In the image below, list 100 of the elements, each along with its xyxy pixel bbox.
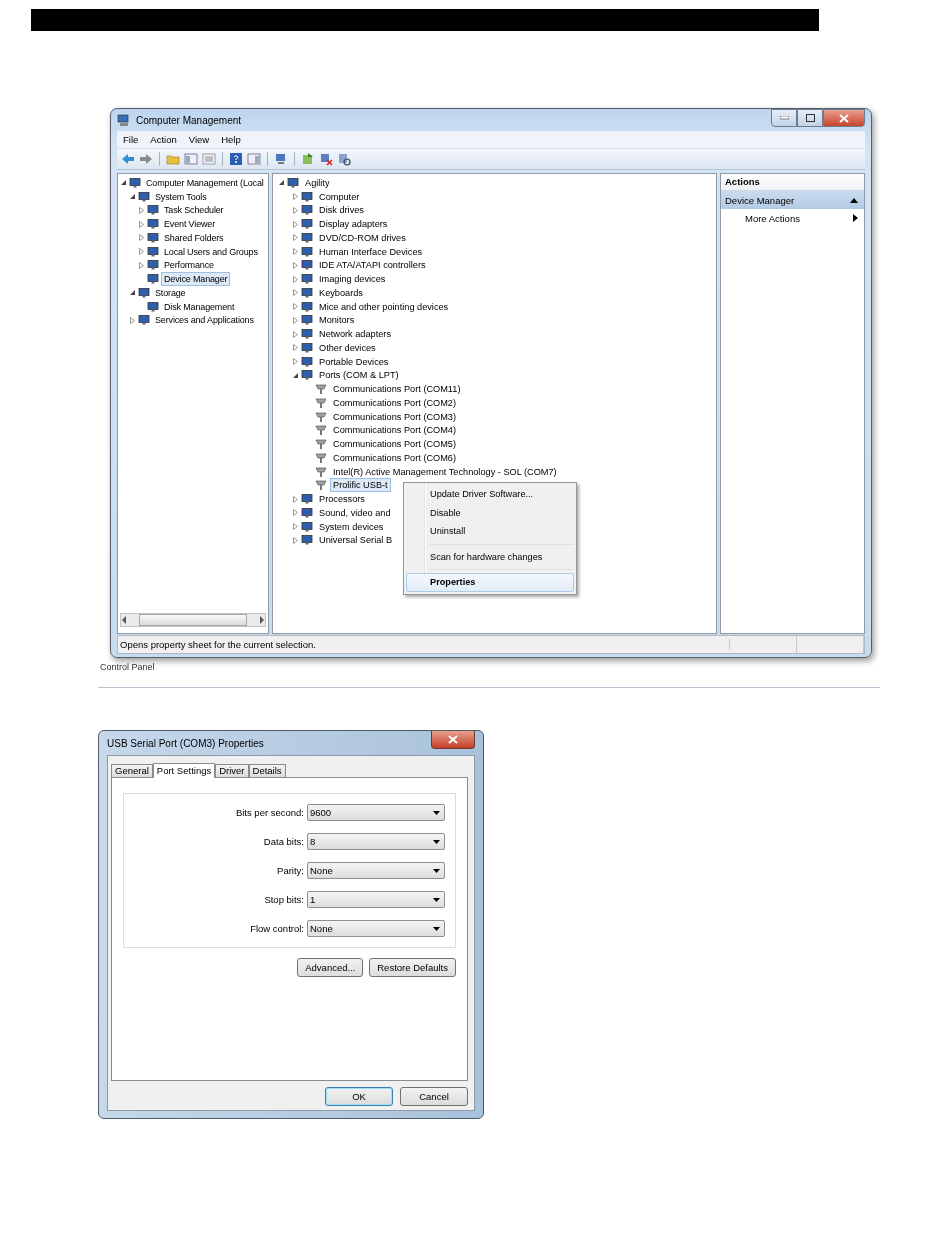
connector-icon <box>315 465 327 478</box>
tree-item[interactable]: Event Viewer <box>161 217 219 232</box>
dialog-button[interactable]: Cancel <box>400 1087 468 1106</box>
dropdown[interactable]: 9600 <box>307 804 445 821</box>
remove-device-icon[interactable] <box>319 152 333 166</box>
tree-item[interactable]: Sound, video and <box>316 505 394 520</box>
tree-item[interactable]: Communications Port (COM3) <box>330 409 460 424</box>
tree-arrow-icon[interactable] <box>128 192 137 202</box>
tree-item[interactable]: Network adapters <box>316 327 394 342</box>
monitor-icon <box>147 273 159 286</box>
close-button[interactable] <box>823 109 865 127</box>
tab[interactable]: Driver <box>215 764 249 777</box>
tree-item[interactable]: Shared Folders <box>161 230 227 245</box>
tree-item[interactable]: Ports (COM & LPT) <box>316 368 402 383</box>
menu-item[interactable]: View <box>188 134 210 145</box>
forward-icon[interactable] <box>139 152 153 166</box>
monitor-icon <box>301 328 313 341</box>
field-label: Flow control: <box>249 923 304 934</box>
tree-item[interactable]: Agility <box>302 175 333 190</box>
tree-item[interactable]: Intel(R) Active Management Technology - SOL (COM7) <box>330 464 560 479</box>
tree-item[interactable]: Services and Applications <box>152 313 257 328</box>
actions-section[interactable]: Device Manager <box>721 191 864 209</box>
context-menu-item[interactable]: Scan for hardware changes <box>406 547 574 566</box>
monitor-icon <box>138 190 150 203</box>
tree-item[interactable]: Performance <box>161 258 217 273</box>
context-menu-item[interactable]: Properties <box>406 573 574 592</box>
tree-item[interactable]: Communications Port (COM5) <box>330 437 460 452</box>
tree-item[interactable]: Computer <box>316 189 363 204</box>
status-bar: Opens property sheet for the current selection. <box>117 635 865 654</box>
monitor-icon <box>301 190 313 203</box>
minimize-button[interactable] <box>771 109 797 127</box>
tree-item[interactable]: Storage <box>152 285 189 300</box>
tab[interactable]: Port Settings <box>152 763 216 778</box>
tree-item[interactable]: System Tools <box>152 189 210 204</box>
list-icon[interactable] <box>202 152 216 166</box>
tree-item[interactable]: Human Interface Devices <box>316 244 426 259</box>
tree-item[interactable]: Display adapters <box>316 217 391 232</box>
tree-item[interactable]: Communications Port (COM6) <box>330 450 460 465</box>
connector-icon <box>315 424 327 437</box>
close-icon <box>448 735 458 744</box>
tree-item[interactable]: Processors <box>316 492 368 507</box>
computer-icon[interactable] <box>274 152 288 166</box>
tree-item[interactable]: Prolific USB-t <box>330 478 391 493</box>
actions-header: Actions <box>721 174 864 191</box>
close-button[interactable] <box>431 731 475 749</box>
context-menu-item[interactable]: Update Driver Software... <box>406 485 574 504</box>
tree-item[interactable]: Disk Management <box>161 299 238 314</box>
context-menu-item[interactable]: Uninstall <box>406 522 574 541</box>
monitor-icon <box>301 259 313 272</box>
tree-item[interactable]: Imaging devices <box>316 272 389 287</box>
dropdown[interactable]: None <box>307 862 445 879</box>
monitor-icon <box>301 314 313 327</box>
tree-item[interactable]: DVD/CD-ROM drives <box>316 230 409 245</box>
dialog-button[interactable]: Restore Defaults <box>369 958 456 977</box>
tree-item[interactable]: Device Manager <box>161 272 231 287</box>
connector-icon <box>315 383 327 396</box>
menu-item[interactable]: File <box>123 134 139 145</box>
monitor-icon <box>301 231 313 244</box>
tab[interactable]: General <box>111 764 153 777</box>
tree-item[interactable]: IDE ATA/ATAPI controllers <box>316 258 429 273</box>
tree-item[interactable]: Universal Serial B <box>316 533 395 548</box>
tab[interactable]: Details <box>248 764 286 777</box>
dropdown[interactable]: 1 <box>307 891 445 908</box>
dropdown-arrow-icon <box>433 839 440 844</box>
tree-item[interactable]: Portable Devices <box>316 354 392 369</box>
scan-icon[interactable] <box>337 152 351 166</box>
dialog-button[interactable]: Advanced... <box>297 958 364 977</box>
tree-item[interactable]: Communications Port (COM4) <box>330 423 460 438</box>
scrollbar[interactable] <box>120 613 266 627</box>
tree-item[interactable]: System devices <box>316 519 387 534</box>
tree-arrow-icon[interactable] <box>119 178 128 188</box>
folder-icon[interactable] <box>166 152 180 166</box>
tree-item[interactable]: Communications Port (COM11) <box>330 382 464 397</box>
tree-arrow-icon[interactable] <box>128 288 137 298</box>
tree-item[interactable]: Mice and other pointing devices <box>316 299 452 314</box>
scroll-left-icon[interactable] <box>121 616 127 624</box>
tree-item[interactable]: Other devices <box>316 340 379 355</box>
tree-item[interactable]: Local Users and Groups <box>161 244 261 259</box>
help-icon[interactable] <box>229 152 243 166</box>
tree-item[interactable]: Task Scheduler <box>161 203 227 218</box>
update-icon[interactable] <box>301 152 315 166</box>
scroll-right-icon[interactable] <box>259 616 265 624</box>
tree-item[interactable]: Disk drives <box>316 203 367 218</box>
panel-icon[interactable] <box>184 152 198 166</box>
tree-item[interactable]: Communications Port (COM2) <box>330 395 460 410</box>
context-menu-item[interactable]: Disable <box>406 503 574 522</box>
dropdown[interactable]: 8 <box>307 833 445 850</box>
dropdown[interactable]: None <box>307 920 445 937</box>
tree-item[interactable]: Keyboards <box>316 285 366 300</box>
tree-item[interactable]: Monitors <box>316 313 358 328</box>
tree-item[interactable]: Computer Management (Local <box>143 175 267 190</box>
action-link[interactable]: More Actions <box>721 209 864 227</box>
menu-item[interactable]: Help <box>221 134 241 145</box>
maximize-button[interactable] <box>797 109 823 127</box>
menu-item[interactable]: Action <box>150 134 177 145</box>
tree-arrow-icon[interactable] <box>277 178 286 188</box>
monitor-icon <box>301 341 313 354</box>
submenu-arrow-icon <box>853 214 858 222</box>
back-icon[interactable] <box>121 152 135 166</box>
dialog-button[interactable]: OK <box>325 1087 393 1106</box>
